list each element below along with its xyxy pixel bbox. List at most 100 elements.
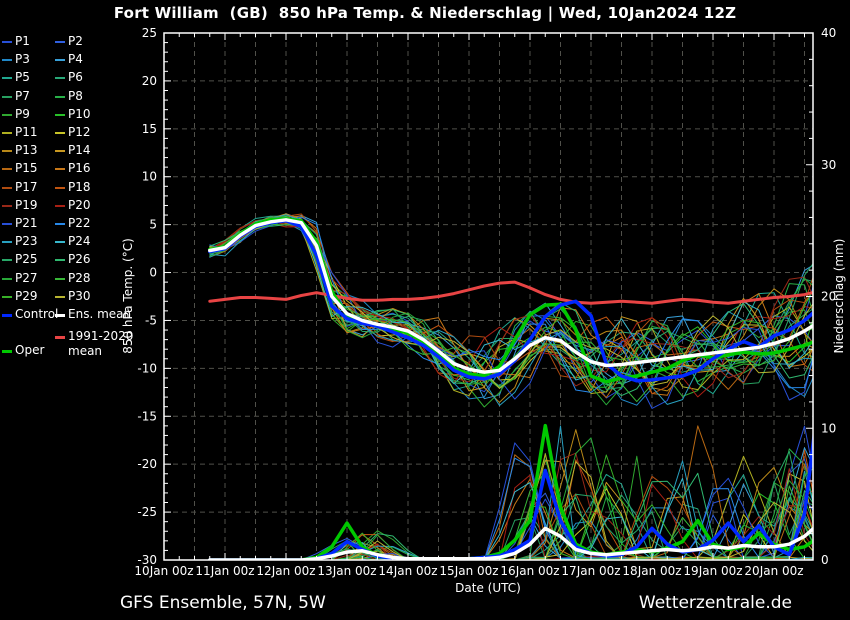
- legend-label: P5: [15, 70, 30, 85]
- legend-item-control: Control: [2, 307, 58, 322]
- legend-item-p1: P1: [2, 34, 30, 49]
- x-axis-title: Date (UTC): [455, 581, 521, 595]
- legend-item-p5: P5: [2, 70, 30, 85]
- legend-swatch: [2, 278, 12, 280]
- legend-label: P1: [15, 34, 30, 49]
- legend-item-1991-2020-mean: 1991-2020mean: [55, 329, 133, 359]
- legend-label: P25: [15, 252, 38, 267]
- legend-item-p18: P18: [55, 180, 91, 195]
- data-layer: [210, 214, 820, 560]
- legend-swatch: [2, 205, 12, 207]
- legend-swatch: [2, 187, 12, 189]
- legend-swatch: [2, 59, 12, 61]
- legend-item-p20: P20: [55, 198, 91, 213]
- legend-swatch: [2, 350, 12, 353]
- legend-swatch: [55, 187, 65, 189]
- legend-item-p26: P26: [55, 252, 91, 267]
- legend-swatch: [55, 278, 65, 280]
- legend-swatch: [55, 132, 65, 134]
- x-tick-label: 16Jan 00z: [500, 564, 559, 578]
- legend-swatch: [55, 114, 65, 116]
- x-tick-label: 11Jan 00z: [195, 564, 254, 578]
- legend-label: Oper: [15, 343, 44, 358]
- legend-item-p29: P29: [2, 289, 38, 304]
- legend-swatch: [2, 259, 12, 261]
- legend-item-p11: P11: [2, 125, 38, 140]
- member-temp-line-P21: [210, 219, 820, 409]
- legend-item-p8: P8: [55, 89, 83, 104]
- x-tick-label: 19Jan 00z: [683, 564, 742, 578]
- legend-label: P6: [68, 70, 83, 85]
- legend-label: P29: [15, 289, 38, 304]
- x-tick-label: 20Jan 00z: [744, 564, 803, 578]
- legend-item-p21: P21: [2, 216, 38, 231]
- control_precip-line: [210, 389, 820, 560]
- legend-swatch: [55, 314, 65, 317]
- legend-item-p17: P17: [2, 180, 38, 195]
- legend-swatch: [55, 223, 65, 225]
- y-right-tick-label: 10: [821, 421, 836, 435]
- member-temp-line-P22: [210, 217, 820, 392]
- legend-swatch: [55, 77, 65, 79]
- legend-item-p4: P4: [55, 52, 83, 67]
- x-tick-label: 14Jan 00z: [378, 564, 437, 578]
- legend-swatch: [2, 150, 12, 152]
- legend-label: P28: [68, 271, 91, 286]
- legend-label: P16: [68, 161, 91, 176]
- legend-item-p9: P9: [2, 107, 30, 122]
- legend-label: P30: [68, 289, 91, 304]
- legend-swatch: [55, 168, 65, 170]
- legend-item-p28: P28: [55, 271, 91, 286]
- legend-item-p14: P14: [55, 143, 91, 158]
- legend-item-p15: P15: [2, 161, 38, 176]
- legend-swatch: [2, 77, 12, 79]
- legend-swatch: [55, 259, 65, 261]
- legend-label: P23: [15, 234, 38, 249]
- legend-swatch: [2, 96, 12, 98]
- legend-swatch: [55, 59, 65, 61]
- x-tick-label: 17Jan 00z: [561, 564, 620, 578]
- legend-item-p7: P7: [2, 89, 30, 104]
- legend-swatch: [55, 150, 65, 152]
- legend: P1 P3 P5 P7 P9 P11 P13 P15 P17 P19 P21 P23 P25 P27 P29…: [2, 0, 164, 570]
- legend-item-p3: P3: [2, 52, 30, 67]
- legend-swatch: [55, 41, 65, 43]
- legend-label: P2: [68, 34, 83, 49]
- legend-label: P14: [68, 143, 91, 158]
- legend-label: P3: [15, 52, 30, 67]
- legend-swatch: [2, 241, 12, 243]
- legend-item-p19: P19: [2, 198, 38, 213]
- x-tick-label: 12Jan 00z: [256, 564, 315, 578]
- legend-label: Control: [15, 307, 58, 322]
- legend-label: P7: [15, 89, 30, 104]
- legend-item-p2: P2: [55, 34, 83, 49]
- x-tick-label: 13Jan 00z: [317, 564, 376, 578]
- legend-label: P27: [15, 271, 38, 286]
- legend-swatch: [55, 296, 65, 298]
- climate_temp-line: [210, 282, 820, 303]
- footer-site-label: Wetterzentrale.de: [639, 593, 792, 613]
- legend-label: Ens. mean: [68, 307, 131, 322]
- legend-item-p22: P22: [55, 216, 91, 231]
- legend-label: 1991-2020mean: [68, 329, 133, 359]
- legend-item-p27: P27: [2, 271, 38, 286]
- x-tick-label: 18Jan 00z: [622, 564, 681, 578]
- legend-label: P18: [68, 180, 91, 195]
- legend-label: P15: [15, 161, 38, 176]
- legend-swatch: [2, 114, 12, 116]
- y-right-tick-label: 0: [821, 553, 829, 567]
- legend-item-oper: Oper: [2, 343, 44, 358]
- legend-swatch: [55, 336, 65, 339]
- legend-item-p12: P12: [55, 125, 91, 140]
- legend-swatch: [2, 41, 12, 43]
- legend-label: P4: [68, 52, 83, 67]
- meteogram-page: Fort William (GB) 850 hPa Temp. & Nieder…: [0, 0, 850, 620]
- legend-swatch: [2, 223, 12, 225]
- legend-label: P13: [15, 143, 38, 158]
- legend-label: P26: [68, 252, 91, 267]
- y-right-tick-label: 20: [821, 290, 836, 304]
- legend-item-p10: P10: [55, 107, 91, 122]
- legend-label: P21: [15, 216, 38, 231]
- legend-swatch: [55, 241, 65, 243]
- legend-label: P22: [68, 216, 91, 231]
